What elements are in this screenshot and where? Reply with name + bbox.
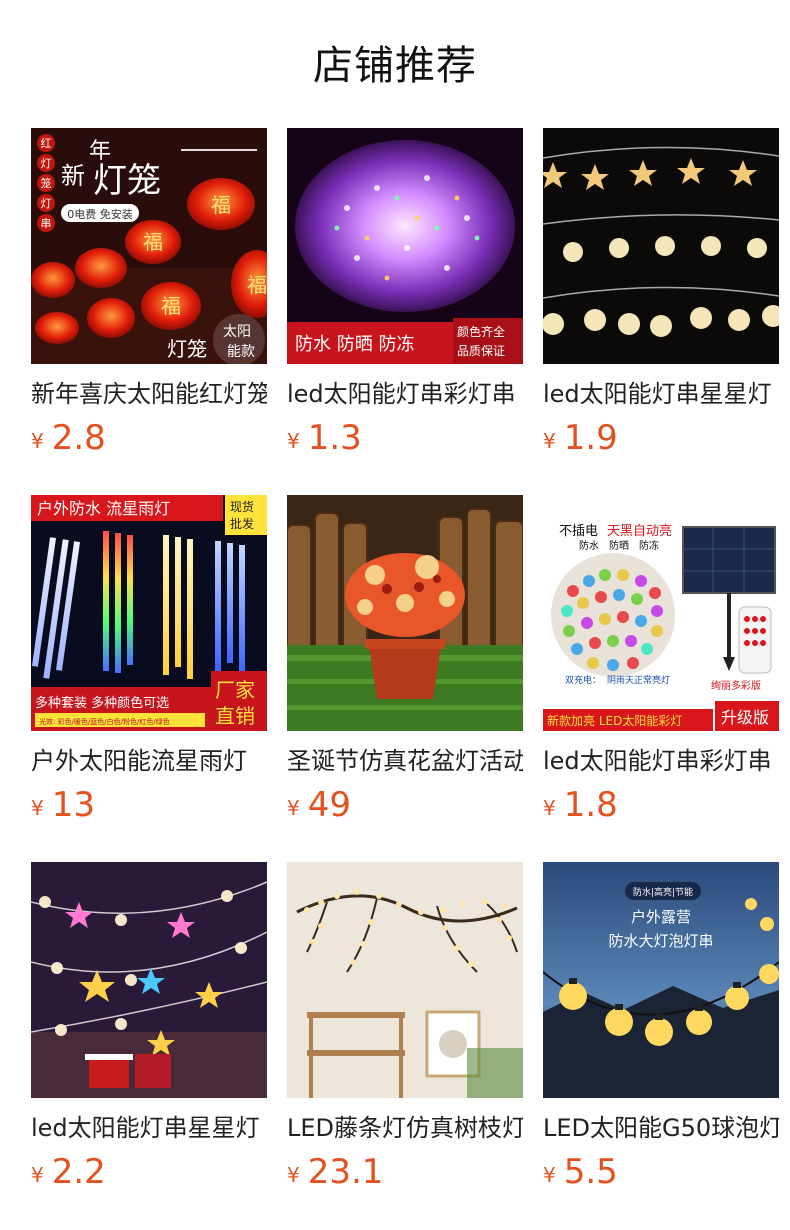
price-value: 2.2 bbox=[51, 1152, 106, 1192]
svg-text:绚丽多彩版: 绚丽多彩版 bbox=[711, 679, 761, 692]
svg-text:双充电：: 双充电： bbox=[565, 674, 601, 686]
product-price: ¥49 bbox=[287, 785, 523, 829]
product-card[interactable]: 红 灯 笼 灯 串 新 年 灯笼 0电费 免安装 福 福 福 福 灯笼 太阳 能… bbox=[31, 128, 267, 462]
svg-text:户外防水 流星雨灯: 户外防水 流星雨灯 bbox=[37, 499, 170, 518]
svg-text:灯笼: 灯笼 bbox=[93, 161, 161, 201]
product-price: ¥1.3 bbox=[287, 418, 523, 462]
svg-text:能款: 能款 bbox=[227, 344, 255, 360]
product-price: ¥2.8 bbox=[31, 418, 267, 462]
product-card[interactable]: 圣诞节仿真花盆灯活动 ¥49 bbox=[287, 495, 523, 829]
product-card[interactable]: 防水 防晒 防冻 颜色齐全 品质保证 led太阳能灯串彩灯串 ¥1.3 bbox=[287, 128, 523, 462]
svg-text:防水 防晒 防冻: 防水 防晒 防冻 bbox=[295, 334, 414, 355]
product-price: ¥5.5 bbox=[543, 1152, 779, 1196]
product-image-flower-pot-light[interactable] bbox=[287, 495, 523, 731]
product-card[interactable]: led太阳能灯串星星灯 ¥1.9 bbox=[543, 128, 779, 462]
price-value: 1.3 bbox=[307, 418, 362, 458]
svg-text:颜色齐全: 颜色齐全 bbox=[457, 324, 505, 339]
product-name[interactable]: LED太阳能G50球泡灯 bbox=[543, 1112, 779, 1144]
product-name[interactable]: 圣诞节仿真花盆灯活动 bbox=[287, 745, 523, 777]
product-name[interactable]: 户外太阳能流星雨灯 bbox=[31, 745, 267, 777]
product-image-star-ball-string[interactable] bbox=[31, 862, 267, 1098]
currency-symbol: ¥ bbox=[543, 429, 556, 453]
product-image-g50-bulb-string[interactable]: 防水|高亮|节能 户外露营 防水大灯泡灯串 bbox=[543, 862, 779, 1098]
product-card[interactable]: led太阳能灯串星星灯 ¥2.2 bbox=[31, 862, 267, 1196]
svg-text:新: 新 bbox=[61, 162, 85, 190]
product-name[interactable]: led太阳能灯串彩灯串 bbox=[543, 745, 779, 777]
svg-text:太阳: 太阳 bbox=[223, 324, 251, 340]
svg-text:光效: 彩色/暖色/蓝色/白色/粉色/红色/绿色: 光效: 彩色/暖色/蓝色/白色/粉色/红色/绿色 bbox=[39, 717, 170, 726]
side-char: 灯 bbox=[41, 157, 52, 170]
svg-text:防水大灯泡灯串: 防水大灯泡灯串 bbox=[608, 932, 713, 950]
product-image-red-lanterns[interactable]: 红 灯 笼 灯 串 新 年 灯笼 0电费 免安装 福 福 福 福 灯笼 太阳 能… bbox=[31, 128, 267, 364]
product-image-meteor-rain-lights[interactable]: 户外防水 流星雨灯 现货 批发 多种套装 多种颜色可选 光效: 彩色/暖色/蓝色… bbox=[31, 495, 267, 731]
product-card[interactable]: 防水|高亮|节能 户外露营 防水大灯泡灯串 LED太阳能G50球泡灯 ¥ 5.5 bbox=[543, 862, 779, 1196]
product-image-willow-branch-light[interactable] bbox=[287, 862, 523, 1098]
svg-text:升级版: 升级版 bbox=[721, 708, 769, 727]
product-name[interactable]: 新年喜庆太阳能红灯笼 bbox=[31, 378, 267, 410]
product-card[interactable]: LED藤条灯仿真树枝灯 ¥23.1 bbox=[287, 862, 523, 1196]
side-char: 灯 bbox=[41, 197, 52, 210]
product-price: ¥1.9 bbox=[543, 418, 779, 462]
product-card[interactable]: 不插电 天黑自动亮 防水 防晒 防冻 双充电： 阴雨天正常亮灯 绚丽多彩版 新款… bbox=[543, 495, 779, 829]
price-value: 23.1 bbox=[307, 1152, 384, 1192]
svg-text:阴雨天正常亮灯: 阴雨天正常亮灯 bbox=[607, 674, 670, 686]
currency-symbol: ¥ bbox=[287, 429, 300, 453]
svg-text:福: 福 bbox=[161, 294, 181, 318]
svg-text:防冻: 防冻 bbox=[639, 539, 659, 552]
svg-text:福: 福 bbox=[143, 230, 163, 254]
currency-symbol: ¥ bbox=[31, 796, 44, 820]
svg-text:防水: 防水 bbox=[579, 539, 599, 552]
product-price: ¥23.1 bbox=[287, 1152, 523, 1196]
svg-text:品质保证: 品质保证 bbox=[457, 344, 505, 358]
price-value: 1.8 bbox=[563, 785, 618, 825]
product-price: ¥1.8 bbox=[543, 785, 779, 829]
svg-text:户外露营: 户外露营 bbox=[631, 908, 691, 926]
price-value: 13 bbox=[51, 785, 95, 825]
svg-text:防水|高亮|节能: 防水|高亮|节能 bbox=[633, 886, 693, 898]
product-card[interactable]: 户外防水 流星雨灯 现货 批发 多种套装 多种颜色可选 光效: 彩色/暖色/蓝色… bbox=[31, 495, 267, 829]
product-name[interactable]: led太阳能灯串彩灯串 bbox=[287, 378, 523, 410]
svg-text:不插电: 不插电 bbox=[559, 524, 598, 539]
price-value: 5.5 bbox=[563, 1152, 618, 1192]
svg-text:新款加亮 LED太阳能彩灯: 新款加亮 LED太阳能彩灯 bbox=[547, 713, 682, 728]
svg-text:现货: 现货 bbox=[230, 499, 254, 514]
currency-symbol: ¥ bbox=[31, 429, 44, 453]
product-name[interactable]: led太阳能灯串星星灯 bbox=[31, 1112, 267, 1144]
section-title: 店铺推荐 bbox=[313, 43, 477, 89]
product-price: ¥13 bbox=[31, 785, 267, 829]
side-char: 笼 bbox=[41, 176, 52, 190]
currency-symbol: ¥ bbox=[543, 796, 556, 820]
price-value: 49 bbox=[307, 785, 351, 825]
price-value: 1.9 bbox=[563, 418, 618, 458]
currency-symbol: ¥ bbox=[287, 1163, 300, 1187]
product-name[interactable]: LED藤条灯仿真树枝灯 bbox=[287, 1112, 523, 1144]
side-char: 红 bbox=[41, 137, 52, 150]
svg-text:0电费 免安装: 0电费 免安装 bbox=[67, 207, 133, 221]
svg-text:批发: 批发 bbox=[230, 516, 254, 531]
svg-text:灯笼: 灯笼 bbox=[167, 337, 207, 361]
currency-symbol: ¥ bbox=[543, 1163, 556, 1187]
currency-symbol: ¥ bbox=[287, 796, 300, 820]
product-name[interactable]: led太阳能灯串星星灯 bbox=[543, 378, 779, 410]
price-value: 2.8 bbox=[51, 418, 106, 458]
svg-text:厂家: 厂家 bbox=[215, 678, 255, 702]
svg-text:多种套装 多种颜色可选: 多种套装 多种颜色可选 bbox=[35, 695, 169, 711]
product-image-color-string-lights[interactable]: 防水 防晒 防冻 颜色齐全 品质保证 bbox=[287, 128, 523, 364]
svg-text:福: 福 bbox=[247, 273, 267, 297]
product-image-solar-color-string[interactable]: 不插电 天黑自动亮 防水 防晒 防冻 双充电： 阴雨天正常亮灯 绚丽多彩版 新款… bbox=[543, 495, 779, 731]
currency-symbol: ¥ bbox=[31, 1163, 44, 1187]
svg-text:直销: 直销 bbox=[215, 704, 255, 728]
svg-text:天黑自动亮: 天黑自动亮 bbox=[607, 523, 672, 539]
svg-text:防晒: 防晒 bbox=[609, 539, 629, 552]
side-char: 串 bbox=[41, 217, 52, 230]
product-price: ¥2.2 bbox=[31, 1152, 267, 1196]
product-image-star-string-lights[interactable] bbox=[543, 128, 779, 364]
svg-text:福: 福 bbox=[211, 193, 231, 217]
